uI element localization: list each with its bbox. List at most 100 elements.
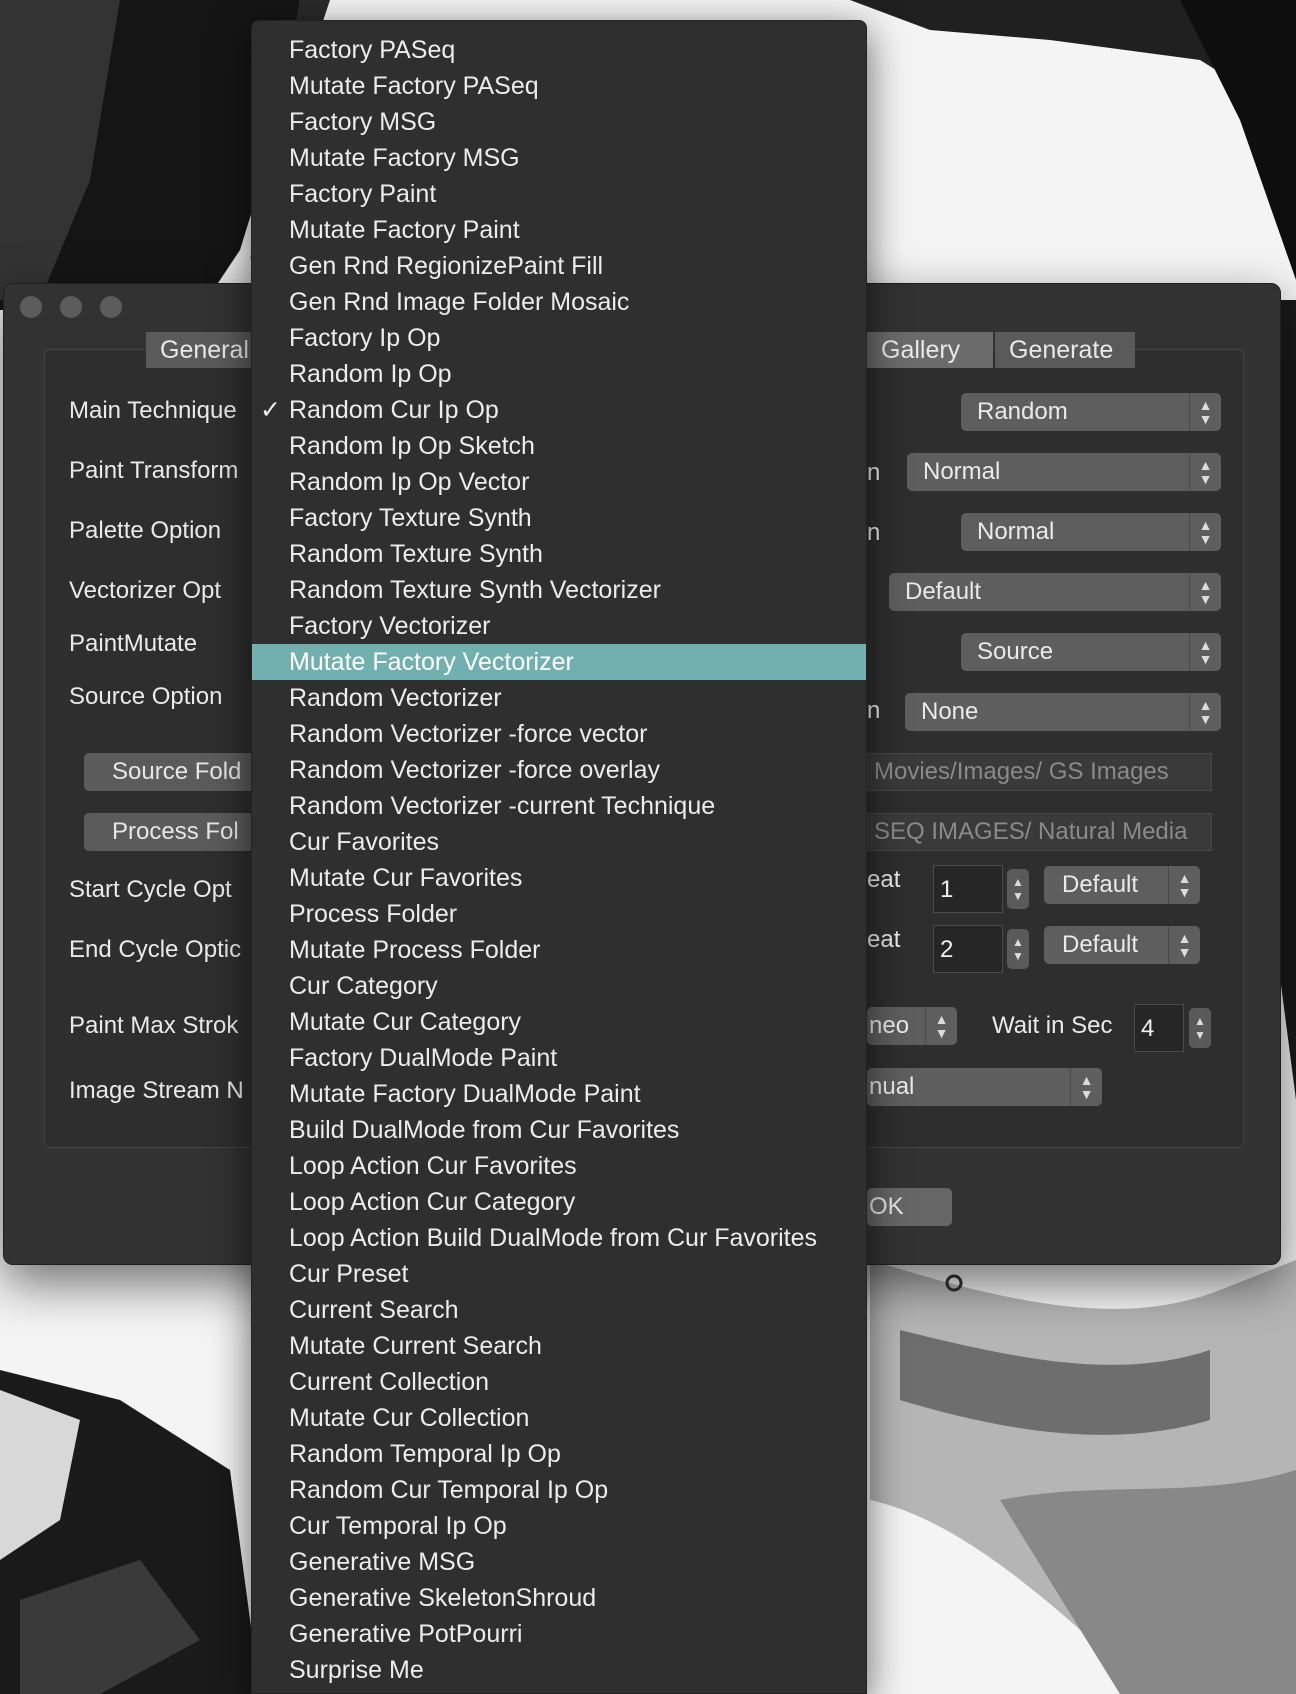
menu-item[interactable]: Random Cur Temporal Ip Op: [252, 1472, 866, 1508]
menu-item[interactable]: Gen Rnd Image Folder Mosaic: [252, 284, 866, 320]
menu-item[interactable]: ✓ Random Cur Ip Op: [252, 392, 866, 428]
menu-item[interactable]: Factory Paint: [252, 176, 866, 212]
menu-item[interactable]: Mutate Factory PASeq: [252, 68, 866, 104]
source-folder-path: Movies/Images/ GS Images: [867, 753, 1212, 791]
menu-item[interactable]: Factory Texture Synth: [252, 500, 866, 536]
menu-item-label: Random Ip Op Vector: [289, 468, 530, 496]
menu-item-label: Factory PASeq: [289, 36, 456, 64]
menu-item[interactable]: Random Temporal Ip Op: [252, 1436, 866, 1472]
menu-item[interactable]: Mutate Cur Category: [252, 1004, 866, 1040]
palette-option-label-fragment: n: [867, 519, 881, 546]
menu-item[interactable]: Random Vectorizer -force vector: [252, 716, 866, 752]
updown-chevrons-icon: ▲ ▼: [1168, 926, 1200, 964]
menu-item[interactable]: Loop Action Cur Category: [252, 1184, 866, 1220]
menu-item[interactable]: Cur Temporal Ip Op: [252, 1508, 866, 1544]
source-option-popup[interactable]: None ▲ ▼: [905, 693, 1221, 731]
updown-chevrons-icon: ▲ ▼: [1189, 573, 1221, 611]
tab-generate[interactable]: Generate: [995, 332, 1135, 368]
menu-item[interactable]: Factory Vectorizer: [252, 608, 866, 644]
menu-item[interactable]: Random Vectorizer -force overlay: [252, 752, 866, 788]
start-repeat-count-field[interactable]: 1: [933, 865, 1003, 913]
popup-value: Random: [977, 398, 1068, 425]
updown-chevrons-icon: ▲ ▼: [925, 1007, 957, 1045]
paint-transform-label: Paint Transform: [69, 457, 239, 484]
menu-item[interactable]: Mutate Factory Vectorizer: [252, 644, 866, 680]
process-folder-button[interactable]: Process Fol: [84, 813, 264, 851]
menu-item[interactable]: Random Vectorizer -current Technique: [252, 788, 866, 824]
menu-item[interactable]: Random Ip Op Sketch: [252, 428, 866, 464]
main-technique-mode-popup[interactable]: Random ▲ ▼: [961, 393, 1221, 431]
source-folder-button[interactable]: Source Fold: [84, 753, 264, 791]
stepper-icon[interactable]: ▲ ▼: [1189, 1008, 1211, 1048]
menu-item-label: Gen Rnd RegionizePaint Fill: [289, 252, 604, 280]
menu-item[interactable]: Factory MSG: [252, 104, 866, 140]
menu-item-label: Mutate Current Search: [289, 1332, 542, 1360]
menu-item[interactable]: Random Ip Op: [252, 356, 866, 392]
menu-item[interactable]: Mutate Factory DualMode Paint: [252, 1076, 866, 1112]
menu-item-label: Current Search: [289, 1296, 459, 1324]
menu-item[interactable]: Process Folder: [252, 896, 866, 932]
menu-item[interactable]: Mutate Factory MSG: [252, 140, 866, 176]
zoom-window-icon[interactable]: [100, 296, 122, 318]
menu-item-label: Mutate Factory MSG: [289, 144, 520, 172]
menu-item[interactable]: Random Texture Synth Vectorizer: [252, 572, 866, 608]
popup-value: nual: [869, 1073, 915, 1100]
stepper-icon[interactable]: ▲ ▼: [1007, 929, 1029, 969]
tab-general[interactable]: General: [146, 332, 256, 368]
close-window-icon[interactable]: [20, 296, 42, 318]
popup-value: Normal: [923, 458, 1001, 485]
palette-option-popup[interactable]: Normal ▲ ▼: [961, 513, 1221, 551]
menu-item-label: Factory Ip Op: [289, 324, 441, 352]
menu-item-label: Loop Action Cur Category: [289, 1188, 576, 1216]
source-option-label-fragment: n: [867, 697, 881, 724]
stepper-icon[interactable]: ▲ ▼: [1007, 869, 1029, 909]
menu-item-label: Random Vectorizer -force overlay: [289, 756, 660, 784]
menu-item[interactable]: Generative SkeletonShroud: [252, 1580, 866, 1616]
menu-item-label: Random Cur Temporal Ip Op: [289, 1476, 609, 1504]
end-repeat-count-field[interactable]: 2: [933, 925, 1003, 973]
menu-item-label: Cur Temporal Ip Op: [289, 1512, 507, 1540]
menu-item[interactable]: Surprise Me: [252, 1652, 866, 1688]
menu-item[interactable]: Gen Rnd RegionizePaint Fill: [252, 248, 866, 284]
menu-item[interactable]: Mutate Cur Collection: [252, 1400, 866, 1436]
menu-item[interactable]: Mutate Process Folder: [252, 932, 866, 968]
start-cycle-repeat-popup[interactable]: Default ▲ ▼: [1044, 866, 1200, 904]
menu-item-label: Process Folder: [289, 900, 458, 928]
menu-item[interactable]: Current Collection: [252, 1364, 866, 1400]
menu-item[interactable]: Generative PotPourri: [252, 1616, 866, 1652]
menu-item[interactable]: Factory Ip Op: [252, 320, 866, 356]
ok-button[interactable]: OK: [867, 1188, 952, 1226]
wait-seconds-field[interactable]: 4: [1134, 1004, 1184, 1052]
menu-item-label: Factory Paint: [289, 180, 437, 208]
minimize-window-icon[interactable]: [60, 296, 82, 318]
menu-item[interactable]: Generative MSG: [252, 1544, 866, 1580]
menu-item[interactable]: Current Search: [252, 1292, 866, 1328]
popup-value: Default: [1062, 871, 1139, 898]
paint-mutate-popup[interactable]: Source ▲ ▼: [961, 633, 1221, 671]
menu-item[interactable]: Random Vectorizer: [252, 680, 866, 716]
paint-max-strokes-popup[interactable]: neo ▲ ▼: [867, 1007, 957, 1045]
vectorizer-option-popup[interactable]: Default ▲ ▼: [889, 573, 1221, 611]
menu-item[interactable]: Factory DualMode Paint: [252, 1040, 866, 1076]
source-option-label: Source Option: [69, 683, 223, 710]
menu-item[interactable]: Cur Favorites: [252, 824, 866, 860]
menu-item[interactable]: Factory PASeq: [252, 32, 866, 68]
menu-item-label: Loop Action Cur Favorites: [289, 1152, 577, 1180]
menu-item-label: Random Texture Synth: [289, 540, 543, 568]
paint-max-strokes-label: Paint Max Strok: [69, 1012, 239, 1039]
menu-item[interactable]: Mutate Factory Paint: [252, 212, 866, 248]
menu-item[interactable]: Build DualMode from Cur Favorites: [252, 1112, 866, 1148]
menu-item[interactable]: Random Ip Op Vector: [252, 464, 866, 500]
menu-item[interactable]: Cur Preset: [252, 1256, 866, 1292]
menu-item[interactable]: Loop Action Cur Favorites: [252, 1148, 866, 1184]
menu-item[interactable]: Mutate Current Search: [252, 1328, 866, 1364]
end-cycle-repeat-popup[interactable]: Default ▲ ▼: [1044, 926, 1200, 964]
tab-gallery[interactable]: Gallery: [867, 332, 993, 368]
palette-option-label: Palette Option: [69, 517, 222, 544]
image-stream-popup[interactable]: nual ▲ ▼: [867, 1068, 1102, 1106]
menu-item[interactable]: Mutate Cur Favorites: [252, 860, 866, 896]
menu-item[interactable]: Random Texture Synth: [252, 536, 866, 572]
paint-transform-popup[interactable]: Normal ▲ ▼: [907, 453, 1221, 491]
menu-item[interactable]: Loop Action Build DualMode from Cur Favo…: [252, 1220, 866, 1256]
menu-item[interactable]: Cur Category: [252, 968, 866, 1004]
